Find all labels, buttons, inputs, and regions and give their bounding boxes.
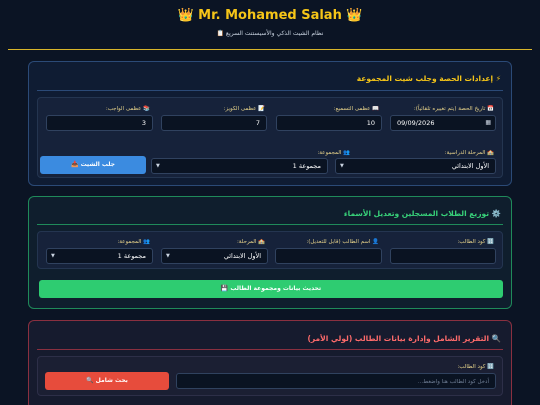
report-search-button[interactable]: 🔍 بحث شامل <box>45 372 169 390</box>
student-name-label: 👤 اسم الطالب (قابل للتعديل): <box>306 239 379 245</box>
report-panel: 🔢 كود الطالب: أدخل كود الطالب هنا واضغط.… <box>37 356 503 396</box>
page-subtitle: 📋 نظام الشيت الذكي والأسيستنت السريع <box>216 30 324 37</box>
page-title: 👑 Mr. Mohamed Salah 👑 <box>177 8 363 23</box>
recite-max-input[interactable]: 10 <box>276 115 382 131</box>
student-group-select[interactable]: مجموعة 1 ▼ <box>46 248 153 264</box>
student-stage-label: 🏫 المرحلة: <box>236 239 265 245</box>
student-name-input[interactable] <box>275 248 382 264</box>
session-stage-value: الأول الابتدائي <box>451 162 489 170</box>
update-student-button[interactable]: 💾 تحديث بيانات ومجموعة الطالب <box>39 280 503 298</box>
report-search-placeholder: أدخل كود الطالب هنا واضغط... <box>417 379 489 385</box>
distribute-students-title: ⚙️ توزيع الطلاب المسجلين وتعديل الأسماء <box>343 209 501 218</box>
student-stage-select[interactable]: الأول الابتدائي ▼ <box>161 248 268 264</box>
chevron-down-icon: ▼ <box>340 163 344 169</box>
session-settings-card: ⚡ إعدادات الحصة وجلب شيت المجموعة 📅 تاري… <box>28 61 512 186</box>
quiz-max-label: 📝 عظمى الكويز: <box>223 106 265 112</box>
student-report-card: 🔍 التقرير الشامل وإدارة بيانات الطالب (ل… <box>28 320 512 405</box>
session-stage-select[interactable]: الأول الابتدائي ▼ <box>335 158 496 174</box>
page-header: 👑 Mr. Mohamed Salah 👑 📋 نظام الشيت الذكي… <box>8 0 532 50</box>
session-group-select[interactable]: مجموعة 1 ▼ <box>151 158 328 174</box>
quiz-max-input[interactable]: 7 <box>161 115 267 131</box>
session-settings-title: ⚡ إعدادات الحصة وجلب شيت المجموعة <box>356 74 501 83</box>
chevron-down-icon: ▼ <box>51 253 55 259</box>
divider <box>37 349 503 350</box>
session-group-value: مجموعة 1 <box>292 162 321 170</box>
stage-label: 🏫 المرحلة الدراسية: <box>444 150 494 156</box>
group-label: 👥 المجموعة: <box>317 150 350 156</box>
distribute-students-card: ⚙️ توزيع الطلاب المسجلين وتعديل الأسماء … <box>28 196 512 309</box>
fetch-sheet-button[interactable]: 📥 جلب الشيت <box>40 156 146 174</box>
student-code-label: 🔢 كود الطالب: <box>457 239 494 245</box>
date-label: 📅 تاريخ الحصة (يتم تغييره تلقائياً): <box>413 106 494 112</box>
calendar-icon[interactable]: ▦ <box>485 116 491 130</box>
homework-max-value: 3 <box>141 119 146 127</box>
student-group-label: 👥 المجموعة: <box>117 239 150 245</box>
report-code-label: 🔢 كود الطالب: <box>457 364 494 370</box>
report-search-input[interactable]: أدخل كود الطالب هنا واضغط... <box>176 373 496 389</box>
chevron-down-icon: ▼ <box>166 253 170 259</box>
student-code-input[interactable] <box>390 248 496 264</box>
session-date-input[interactable]: 09/09/2026 ▦ <box>390 115 496 131</box>
student-group-value: مجموعة 1 <box>117 252 146 260</box>
student-stage-value: الأول الابتدائي <box>223 252 261 260</box>
distribute-panel: 🔢 كود الطالب: 👤 اسم الطالب (قابل للتعديل… <box>37 231 503 269</box>
homework-max-label: 📚 عظمى الواجب: <box>105 106 150 112</box>
session-settings-panel: 📅 تاريخ الحصة (يتم تغييره تلقائياً): 📖 ع… <box>37 97 503 178</box>
chevron-down-icon: ▼ <box>156 163 160 169</box>
student-report-title: 🔍 التقرير الشامل وإدارة بيانات الطالب (ل… <box>307 334 501 343</box>
divider <box>37 90 503 91</box>
session-date-value: 09/09/2026 <box>397 119 435 127</box>
page: 👑 Mr. Mohamed Salah 👑 📋 نظام الشيت الذكي… <box>0 0 540 405</box>
quiz-max-value: 7 <box>255 119 260 127</box>
divider <box>37 224 503 225</box>
recite-max-label: 📖 عظمى التسميع: <box>333 106 379 112</box>
recite-max-value: 10 <box>366 119 375 127</box>
homework-max-input[interactable]: 3 <box>46 115 153 131</box>
